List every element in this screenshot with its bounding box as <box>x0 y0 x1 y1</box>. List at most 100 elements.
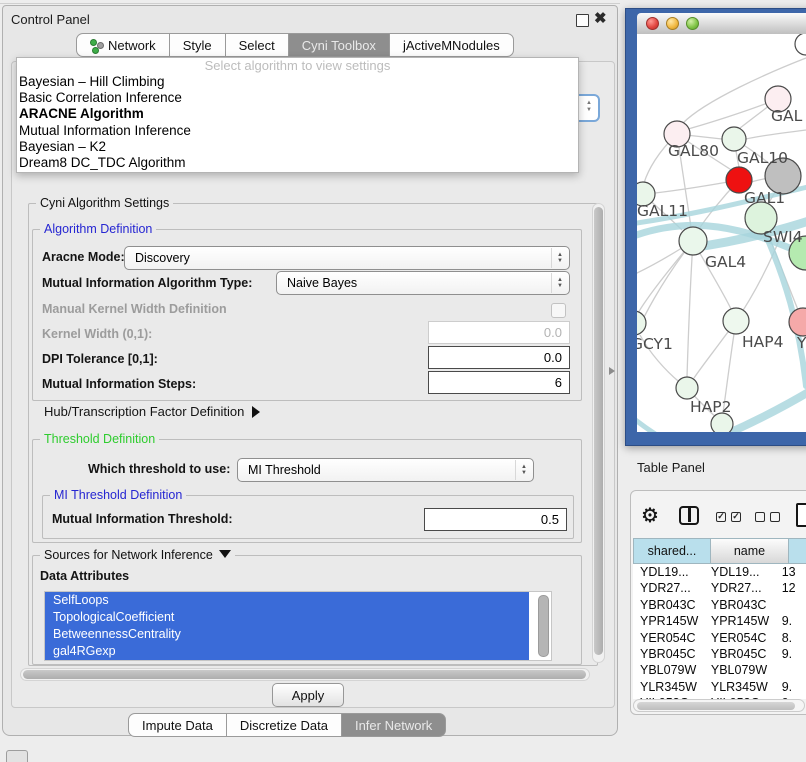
network-edge[interactable] <box>687 241 693 377</box>
tab-jactivemnodules[interactable]: jActiveMNodules <box>389 33 514 57</box>
kernel-width-label: Kernel Width (0,1): <box>42 327 152 341</box>
unchecked-box-icon <box>770 512 780 522</box>
unchecked-columns-icon[interactable] <box>755 512 780 522</box>
table-row[interactable]: YDL19...YDL19...13 <box>633 564 806 580</box>
column-header-shared[interactable]: shared... <box>633 538 711 564</box>
table-row[interactable]: YBL079WYBL079W <box>633 662 806 678</box>
algorithm-option-bayesian-hill-climbing[interactable]: Bayesian – Hill Climbing <box>17 74 578 90</box>
table-row[interactable]: YLR345WYLR345W9. <box>633 679 806 695</box>
network-edge[interactable] <box>746 130 806 139</box>
checked-columns-icon[interactable]: ✓ ✓ <box>716 512 741 522</box>
table-row[interactable]: YPR145WYPR145W9. <box>633 613 806 629</box>
table-cell: YBR045C <box>633 646 704 662</box>
network-window-titlebar[interactable] <box>637 13 806 35</box>
zoom-window-icon[interactable] <box>686 17 699 30</box>
hub-definition-toggle[interactable]: Hub/Transcription Factor Definition <box>44 404 260 419</box>
mi-threshold-value: 0.5 <box>541 512 559 527</box>
node-label-gal1: GAL1 <box>744 189 785 207</box>
top-tab-bar: NetworkStyle Select Cyni ToolboxjActiveMNo… <box>76 33 514 57</box>
network-node-gal10[interactable] <box>722 127 746 151</box>
new-table-icon[interactable] <box>796 503 806 527</box>
attribute-item-betweennesscentrality[interactable]: BetweennessCentrality <box>45 626 529 643</box>
settings-vertical-scrollbar[interactable] <box>592 203 605 663</box>
tab-cyni-toolbox[interactable]: Cyni Toolbox <box>288 33 390 57</box>
table-cell: 8. <box>775 630 806 646</box>
tab-discretize-data[interactable]: Discretize Data <box>226 713 342 737</box>
network-node[interactable] <box>795 34 806 55</box>
apply-button[interactable]: Apply <box>272 683 344 707</box>
scrollbar-thumb[interactable] <box>637 702 795 710</box>
mi-steps-field[interactable]: 6 <box>428 371 570 394</box>
algorithm-option-basic-correlation-inference[interactable]: Basic Correlation Inference <box>17 90 578 106</box>
tab-select[interactable]: Select <box>225 33 289 57</box>
sources-group-title[interactable]: Sources for Network Inference <box>40 548 235 562</box>
network-node-gal4[interactable] <box>679 227 707 255</box>
table-row[interactable]: YBR045CYBR045C9. <box>633 646 806 662</box>
minimize-window-icon[interactable] <box>666 17 679 30</box>
table-cell: YBL079W <box>633 662 704 678</box>
tab-network[interactable]: Network <box>76 33 170 57</box>
node-attribute-table[interactable]: shared...name YDL19...YDL19...13YDR27...… <box>633 538 806 699</box>
manual-kernel-label: Manual Kernel Width Definition <box>42 302 227 316</box>
tab-style[interactable]: Style <box>169 33 226 57</box>
node-label-gal80: GAL80 <box>668 142 719 160</box>
scrollbar-thumb[interactable] <box>594 207 603 655</box>
which-threshold-select[interactable]: MI Threshold ▲▼ <box>237 458 534 482</box>
dpi-tolerance-field[interactable]: 0.0 <box>428 346 570 369</box>
table-cell <box>775 662 806 678</box>
close-panel-icon[interactable]: ✖ <box>594 9 607 27</box>
threshold-definition-title: Threshold Definition <box>40 432 159 446</box>
tab-infer-network[interactable]: Infer Network <box>341 713 446 737</box>
algorithm-dropdown-list: Bayesian – Hill ClimbingBasic Correlatio… <box>17 74 578 171</box>
mi-type-value: Naive Bayes <box>287 276 357 290</box>
which-threshold-label: Which threshold to use: <box>88 462 230 476</box>
combo-arrows-icon: ▲▼ <box>551 273 568 293</box>
list-scrollbar-thumb[interactable] <box>538 595 549 657</box>
tab-label: Select <box>239 38 275 53</box>
cyni-algorithm-settings-title: Cyni Algorithm Settings <box>36 196 173 210</box>
table-row[interactable]: YER054CYER054C8. <box>633 630 806 646</box>
column-header-cut[interactable] <box>789 538 806 564</box>
table-horizontal-scrollbar[interactable] <box>633 699 805 712</box>
minimized-panel-icon[interactable] <box>6 750 28 762</box>
attribute-item-topologicalcoefficient[interactable]: TopologicalCoefficient <box>45 609 529 626</box>
algorithm-option-dream8-dc-tdc-algorithm[interactable]: Dream8 DC_TDC Algorithm <box>17 155 578 171</box>
attribute-item-gal4rgexp[interactable]: gal4RGexp <box>45 643 529 660</box>
tab-label: Discretize Data <box>240 718 328 733</box>
algorithm-option-aracne-algorithm[interactable]: ARACNE Algorithm <box>17 106 578 122</box>
mi-type-select[interactable]: Naive Bayes ▲▼ <box>276 271 570 295</box>
manual-kernel-checkbox[interactable] <box>551 303 566 318</box>
columns-icon[interactable] <box>679 506 699 525</box>
settings-horizontal-scrollbar[interactable] <box>20 668 590 681</box>
expanded-arrow-icon <box>219 550 231 558</box>
attribute-item-selfloops[interactable]: SelfLoops <box>45 592 529 609</box>
scrollbar-thumb[interactable] <box>23 670 586 679</box>
dpi-tolerance-value: 0.0 <box>544 350 562 365</box>
data-attributes-label: Data Attributes <box>40 569 129 583</box>
algorithm-option-mutual-information-inference[interactable]: Mutual Information Inference <box>17 123 578 139</box>
network-node-hap2[interactable] <box>676 377 698 399</box>
close-window-icon[interactable] <box>646 17 659 30</box>
gear-icon[interactable]: ⚙ <box>641 503 659 528</box>
mi-threshold-field[interactable]: 0.5 <box>424 508 567 531</box>
kernel-width-field[interactable]: 0.0 <box>428 321 570 344</box>
table-cell: YPR145W <box>704 613 775 629</box>
data-attributes-list[interactable]: SelfLoopsTopologicalCoefficientBetweenne… <box>44 591 552 661</box>
network-edge-highlighted[interactable] <box>637 414 688 432</box>
network-edge[interactable] <box>688 99 778 129</box>
tab-impute-data[interactable]: Impute Data <box>128 713 227 737</box>
table-row[interactable]: YBR043CYBR043C <box>633 597 806 613</box>
float-panel-icon[interactable] <box>576 14 589 27</box>
aracne-mode-label: Aracne Mode: <box>42 250 125 264</box>
table-row[interactable]: YDR27...YDR27...12 <box>633 580 806 596</box>
algorithm-option-bayesian-k2[interactable]: Bayesian – K2 <box>17 139 578 155</box>
network-icon <box>90 39 103 52</box>
column-header-name[interactable]: name <box>711 538 789 564</box>
splitpane-divider-arrow-icon[interactable] <box>609 367 615 375</box>
mi-steps-label: Mutual Information Steps: <box>42 377 196 391</box>
aracne-mode-select[interactable]: Discovery ▲▼ <box>124 246 570 270</box>
network-node-hap4[interactable] <box>723 308 749 334</box>
network-canvas[interactable]: GALGAL80GAL10GAL1GAL11SWI4GAL4GCY1HAP4YH… <box>637 34 806 432</box>
tab-label: Impute Data <box>142 718 213 733</box>
mi-type-label: Mutual Information Algorithm Type: <box>42 276 252 290</box>
